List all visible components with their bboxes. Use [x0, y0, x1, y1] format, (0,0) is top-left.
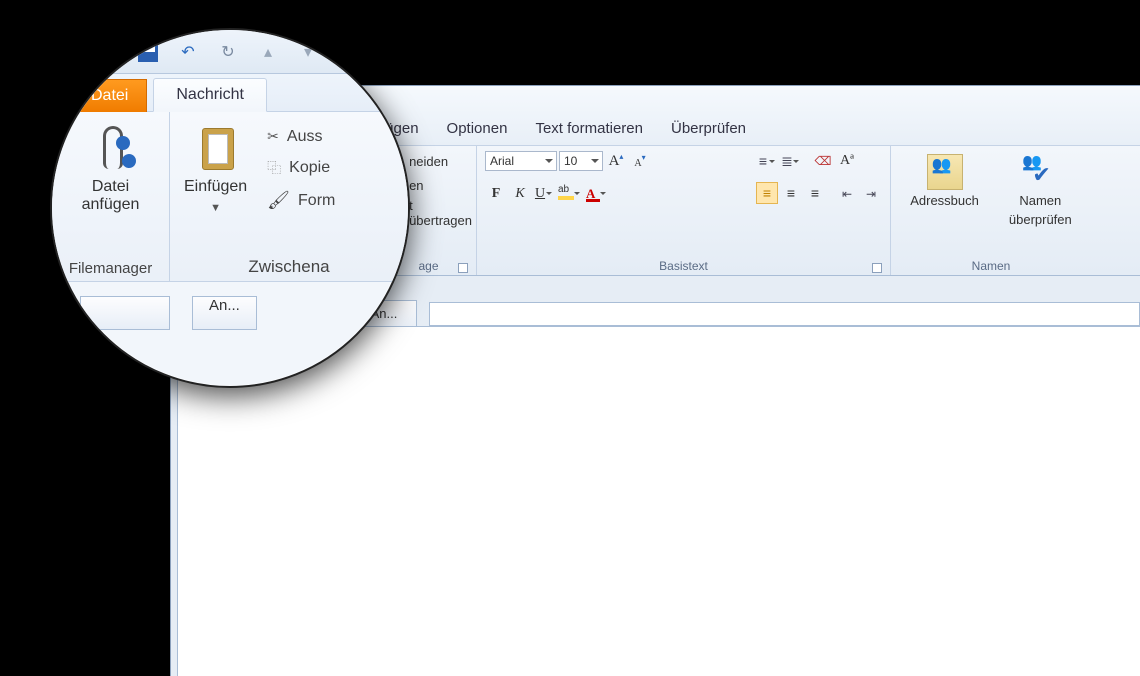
copy-label-mag: Kopie — [289, 159, 330, 177]
tab-review[interactable]: Überprüfen — [671, 120, 746, 145]
format-label-mag: Form — [298, 192, 335, 210]
quick-access-toolbar: ✉ ↶ ↻ ▴ ▾ — [52, 30, 408, 74]
separator — [118, 41, 119, 63]
decrease-indent-button[interactable] — [836, 182, 858, 204]
paste-label: Einfügen — [184, 178, 247, 196]
clear-formatting-icon[interactable]: ⌫ — [812, 150, 834, 172]
format-painter-label: t übertragen — [409, 198, 472, 228]
save-icon[interactable] — [137, 41, 159, 63]
tab-format-text[interactable]: Text formatieren — [535, 120, 643, 145]
address-book-button[interactable]: Adressbuch — [904, 150, 985, 213]
scissors-icon — [267, 128, 279, 146]
increase-indent-button[interactable] — [860, 182, 882, 204]
names-group: Adressbuch Namen überprüfen Namen — [891, 146, 1091, 275]
basistext-group: Arial 10 — [477, 146, 891, 275]
brush-icon — [267, 190, 290, 211]
check-names-label2: überprüfen — [1009, 213, 1072, 228]
redo-icon[interactable]: ↻ — [217, 41, 239, 63]
copy-icon — [267, 158, 281, 178]
check-names-icon — [1022, 154, 1058, 190]
filemanager-group-title: Filemanager — [66, 260, 155, 277]
change-case-icon[interactable]: Aª — [836, 150, 858, 172]
unknown-button-1[interactable] — [80, 296, 170, 330]
names-group-title: Namen — [899, 259, 1083, 273]
clipboard-group-mag: Einfügen ▼ Auss Kopie Form Zwischena — [170, 112, 408, 281]
font-name-select[interactable]: Arial — [485, 151, 557, 171]
paste-button[interactable]: Einfügen ▼ — [184, 122, 247, 215]
align-center-button[interactable] — [780, 182, 802, 204]
address-book-label: Adressbuch — [910, 194, 979, 209]
italic-button[interactable] — [509, 182, 531, 204]
cut-button-mag[interactable]: Auss — [267, 128, 335, 146]
dialog-launcher-icon[interactable] — [458, 263, 468, 273]
attach-label-2: anfügen — [82, 196, 140, 214]
copy-label: en — [409, 178, 423, 193]
align-left-button[interactable] — [756, 182, 778, 204]
mag-lower-buttons: An... — [52, 282, 408, 342]
highlight-button[interactable] — [557, 182, 583, 204]
attach-label-1: Datei — [82, 178, 140, 196]
align-right-button[interactable] — [804, 182, 826, 204]
clipboard-group-title-mag: Zwischena — [184, 257, 394, 277]
bold-button[interactable] — [485, 182, 507, 204]
filemanager-group: Datei anfügen Filemanager — [52, 112, 170, 281]
shrink-font-icon[interactable] — [629, 150, 651, 172]
font-color-button[interactable] — [585, 182, 609, 204]
cut-label-mag: Auss — [287, 128, 323, 146]
tab-message[interactable]: Nachricht — [153, 78, 267, 112]
basistext-group-title: Basistext — [485, 259, 882, 273]
undo-icon[interactable]: ↶ — [177, 41, 199, 63]
chevron-down-icon[interactable]: ▼ — [210, 202, 221, 215]
dialog-launcher-icon[interactable] — [872, 263, 882, 273]
grow-font-icon[interactable] — [605, 150, 627, 172]
numbering-button[interactable] — [780, 150, 802, 172]
check-names-button[interactable]: Namen überprüfen — [1003, 150, 1078, 232]
check-names-label1: Namen — [1019, 194, 1061, 209]
address-book-icon — [927, 154, 963, 190]
prev-item-icon[interactable]: ▴ — [257, 41, 279, 63]
to-input[interactable] — [429, 302, 1140, 326]
next-item-icon[interactable]: ▾ — [297, 41, 319, 63]
attach-file-icon — [89, 122, 133, 172]
tab-options[interactable]: Optionen — [447, 120, 508, 145]
tab-file[interactable]: Datei — [72, 79, 147, 112]
to-button-mag[interactable]: An... — [192, 296, 257, 330]
mag-ribbon-tabs: Datei Nachricht — [52, 74, 408, 112]
mag-ribbon: Datei anfügen Filemanager Einfügen ▼ Aus… — [52, 112, 408, 282]
attach-file-button[interactable]: Datei anfügen — [66, 122, 155, 215]
bullets-button[interactable] — [756, 150, 778, 172]
magnifier-lens: ✉ ↶ ↻ ▴ ▾ Datei Nachricht Datei anfügen — [50, 28, 410, 388]
format-painter-button-mag[interactable]: Form — [267, 190, 335, 211]
app-icon: ✉ — [78, 41, 100, 63]
paste-icon — [194, 122, 238, 172]
copy-button-mag[interactable]: Kopie — [267, 158, 335, 178]
underline-button[interactable] — [533, 182, 555, 204]
cut-label: neiden — [409, 154, 448, 169]
font-size-select[interactable]: 10 — [559, 151, 603, 171]
